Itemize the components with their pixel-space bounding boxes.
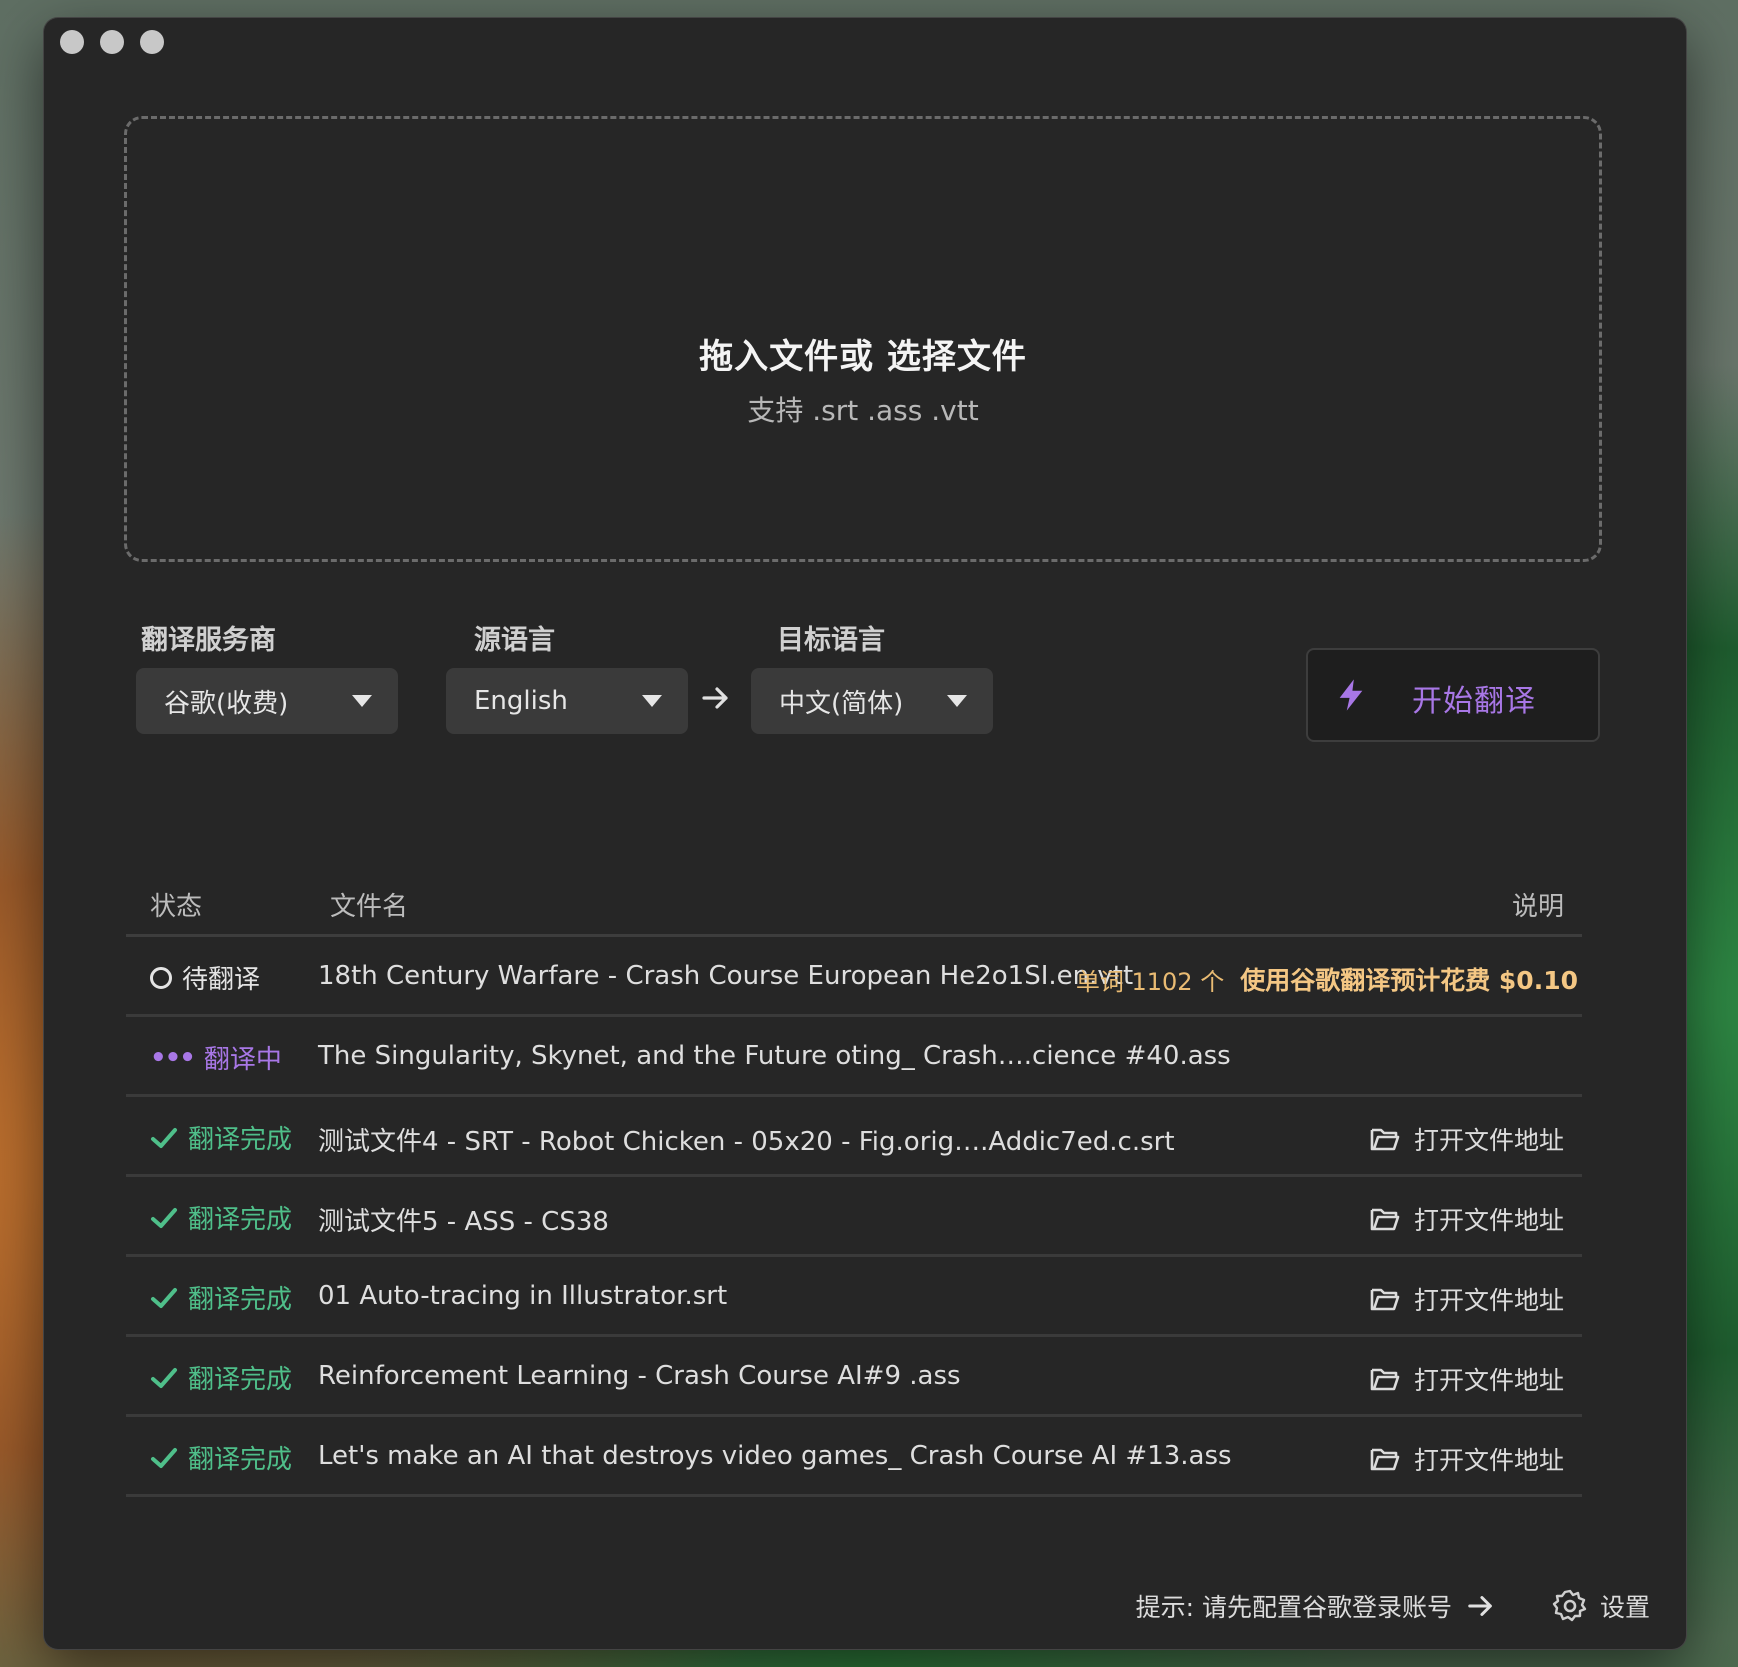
filename-cell: 测试文件4 - SRT - Robot Chicken - 05x20 - Fi… [318,1127,1175,1157]
footer: 提示: 请先配置谷歌登录账号 设置 [1136,1586,1650,1626]
open-file-location-label: 打开文件地址 [1413,1126,1564,1155]
status-cell: 翻译完成 [150,1119,292,1156]
chevron-down-icon [352,695,372,707]
filename-cell: Let's make an AI that destroys video gam… [318,1441,1232,1471]
folder-open-icon [1370,1288,1400,1311]
configure-account-hint-link[interactable]: 提示: 请先配置谷歌登录账号 [1136,1588,1496,1624]
chevron-down-icon [642,695,662,707]
minimize-window-button[interactable] [100,30,124,54]
status-text: 待翻译 [182,965,261,995]
filename-cell: 18th Century Warfare - Crash Course Euro… [318,961,1134,991]
file-table: 状态 文件名 说明 待翻译 18th Century Warfare - Cra… [126,864,1582,1497]
folder-open-icon [1370,1368,1400,1391]
note-cell: 打开文件地址 [1370,1441,1578,1477]
status-text: 翻译完成 [188,1285,293,1315]
open-file-location-label: 打开文件地址 [1413,1366,1564,1395]
status-cell: 翻译完成 [150,1199,292,1236]
note-cell: 打开文件地址 [1370,1121,1578,1157]
provider-select[interactable]: 谷歌(收费) [136,668,398,734]
note-cell: 打开文件地址 [1370,1201,1578,1237]
checkmark-icon [151,1127,177,1148]
open-file-location-label: 打开文件地址 [1413,1446,1564,1475]
source-language-label: 源语言 [474,625,555,656]
provider-label: 翻译服务商 [141,625,276,656]
note-cell: 打开文件地址 [1370,1361,1578,1397]
status-cell: 翻译完成 [150,1279,292,1316]
supported-formats-text: 支持 .srt .ass .vtt [747,394,979,427]
target-language-value: 中文(简体) [779,688,904,719]
note-column-header: 说明 [1511,892,1564,922]
drop-zone-title: 拖入文件或 选择文件 [699,337,1027,377]
circle-icon [150,966,172,989]
arrow-right-icon [1468,1596,1492,1616]
settings-button[interactable]: 设置 [1552,1588,1650,1624]
zoom-window-button[interactable] [140,30,164,54]
open-file-location-link[interactable]: 打开文件地址 [1370,1281,1564,1317]
lightning-icon [1339,679,1363,711]
table-row: 翻译完成 01 Auto-tracing in Illustrator.srt … [126,1257,1582,1337]
status-text: 翻译完成 [188,1365,293,1395]
table-header: 状态 文件名 说明 [126,864,1582,937]
status-cell: 翻译完成 [150,1359,292,1396]
table-row: 翻译完成 测试文件4 - SRT - Robot Chicken - 05x20… [126,1097,1582,1177]
status-cell: ••• 翻译中 [150,1039,282,1076]
chevron-down-icon [947,695,967,707]
start-translation-label: 开始翻译 [1412,684,1536,719]
close-window-button[interactable] [60,30,84,54]
app-window: 拖入文件或 选择文件 支持 .srt .ass .vtt 翻译服务商 谷歌(收费… [44,18,1686,1649]
note-cell: 单词 1102 个 使用谷歌翻译预计花费 $0.10 [1076,961,1578,997]
checkmark-icon [151,1447,177,1468]
open-file-location-link[interactable]: 打开文件地址 [1370,1361,1564,1397]
table-row: 翻译完成 Let's make an AI that destroys vide… [126,1417,1582,1497]
folder-open-icon [1370,1128,1400,1151]
arrow-right-icon [700,682,732,721]
settings-label: 设置 [1599,1593,1650,1622]
provider-value: 谷歌(收费) [164,688,289,719]
table-row: ••• 翻译中 The Singularity, Skynet, and the… [126,1017,1582,1097]
target-language-label: 目标语言 [777,625,885,656]
folder-open-icon [1370,1448,1400,1471]
status-text: 翻译完成 [188,1125,293,1155]
filename-cell: The Singularity, Skynet, and the Future … [318,1041,1231,1071]
open-file-location-label: 打开文件地址 [1413,1286,1564,1315]
status-text: 翻译完成 [188,1205,293,1235]
status-column-header: 状态 [150,892,203,922]
estimated-cost-text: 使用谷歌翻译预计花费 $0.10 [1240,966,1578,995]
word-count-text: 单词 1102 个 [1075,967,1225,996]
open-file-location-label: 打开文件地址 [1413,1206,1564,1235]
table-row: 翻译完成 Reinforcement Learning - Crash Cour… [126,1337,1582,1417]
start-translation-button[interactable]: 开始翻译 [1306,648,1600,742]
status-cell: 待翻译 [150,959,260,996]
checkmark-icon [151,1367,177,1388]
checkmark-icon [151,1287,177,1308]
status-text: 翻译中 [203,1045,282,1075]
source-language-select[interactable]: English [446,668,688,734]
open-file-location-link[interactable]: 打开文件地址 [1370,1201,1564,1237]
gear-icon [1552,1589,1587,1622]
table-row: 翻译完成 测试文件5 - ASS - CS38 打开文件地址 [126,1177,1582,1257]
status-cell: 翻译完成 [150,1439,292,1476]
note-cell: 打开文件地址 [1370,1281,1578,1317]
hint-text: 提示: 请先配置谷歌登录账号 [1135,1593,1452,1622]
checkmark-icon [151,1207,177,1228]
window-controls [60,30,164,54]
filename-cell: 01 Auto-tracing in Illustrator.srt [318,1281,728,1311]
table-row: 待翻译 18th Century Warfare - Crash Course … [126,937,1582,1017]
status-text: 翻译完成 [188,1445,293,1475]
ellipsis-icon: ••• [150,1042,196,1073]
filename-column-header: 文件名 [330,892,409,922]
open-file-location-link[interactable]: 打开文件地址 [1370,1441,1564,1477]
open-file-location-link[interactable]: 打开文件地址 [1370,1121,1564,1157]
folder-open-icon [1370,1208,1400,1231]
target-language-select[interactable]: 中文(简体) [751,668,993,734]
filename-cell: 测试文件5 - ASS - CS38 [318,1207,609,1237]
filename-cell: Reinforcement Learning - Crash Course AI… [318,1361,961,1391]
source-language-value: English [474,686,568,716]
file-drop-zone[interactable]: 拖入文件或 选择文件 支持 .srt .ass .vtt [124,116,1602,562]
